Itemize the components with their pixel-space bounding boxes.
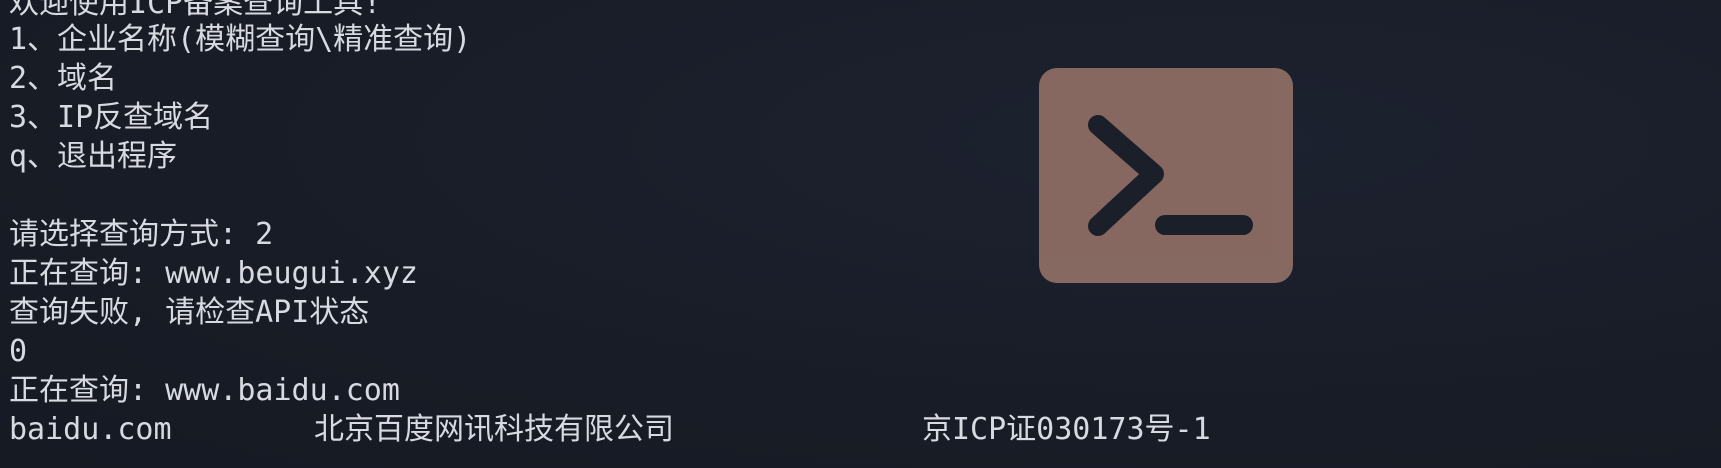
querying-line-1: 正在查询: www.beugui.xyz bbox=[9, 256, 418, 291]
querying-line-2: 正在查询: www.baidu.com bbox=[9, 373, 400, 408]
result-domain: baidu.com bbox=[9, 412, 172, 447]
menu-option-quit: q、退出程序 bbox=[9, 139, 178, 174]
menu-option-ip-reverse: 3、IP反查域名 bbox=[9, 100, 214, 135]
query-failed-message: 查询失败, 请检查API状态 bbox=[9, 295, 370, 330]
result-company: 北京百度网讯科技有限公司 bbox=[314, 412, 674, 447]
query-mode-prompt: 请选择查询方式: 2 bbox=[9, 217, 274, 252]
menu-option-company: 1、企业名称(模糊查询\精准查询) bbox=[9, 22, 472, 57]
status-code-output: 0 bbox=[9, 334, 28, 369]
terminal-window[interactable]: 欢迎使用ICP备案查询工具! 1、企业名称(模糊查询\精准查询) 2、域名 3、… bbox=[0, 0, 1721, 468]
result-icp-number: 京ICP证030173号-1 bbox=[922, 412, 1211, 447]
result-row: baidu.com 北京百度网讯科技有限公司 京ICP证030173号-1 bbox=[9, 410, 1211, 449]
terminal-prompt-icon bbox=[1039, 68, 1293, 283]
menu-option-domain: 2、域名 bbox=[9, 61, 118, 96]
